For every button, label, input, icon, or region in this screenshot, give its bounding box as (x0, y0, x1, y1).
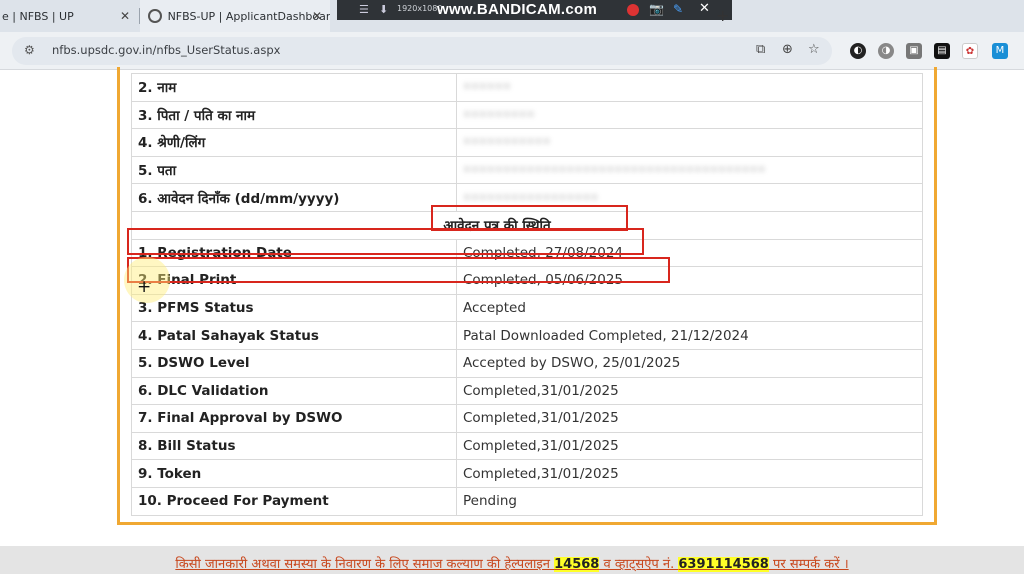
tab-nfbs-up[interactable]: e | NFBS | UP ✕ (0, 0, 138, 32)
zoom-icon[interactable]: ⊕ (782, 42, 793, 57)
extension-icon[interactable]: M (992, 43, 1008, 59)
extension-icon[interactable]: ◑ (878, 43, 894, 59)
row-label: 2. नाम (131, 73, 457, 102)
row-label: 3. पिता / पति का नाम (131, 100, 457, 130)
table-row: 3. PFMS Status Accepted (131, 293, 923, 323)
pen-icon[interactable]: ✎ (673, 2, 683, 16)
translate-icon[interactable]: ⧉ (756, 42, 765, 57)
bandicam-recorder-bar: ☰ ⬇ 1920x1080 www.BANDICAM.com 📷 ✎ ✕ (337, 0, 732, 20)
table-row: 10. Proceed For Payment Pending (131, 486, 923, 516)
helpline-number: 14568 (554, 557, 600, 572)
globe-icon (148, 9, 162, 23)
pin-icon[interactable]: ⬇ (379, 3, 388, 16)
table-row: 3. पिता / पति का नाम ••••••••• (131, 100, 923, 130)
table-row: 4. श्रेणी/लिंग ••••••••••• (131, 128, 923, 157)
page-content: 2. नाम •••••• 3. पिता / पति का नाम •••••… (0, 67, 1024, 574)
extension-icon[interactable]: ✿ (962, 43, 978, 59)
table-row: 9. Token Completed,31/01/2025 (131, 459, 923, 488)
url-text[interactable]: nfbs.upsdc.gov.in/nfbs_UserStatus.aspx (52, 43, 280, 57)
row-label: 5. DSWO Level (131, 348, 457, 378)
annotation-box-final-print (127, 257, 670, 283)
row-label: 4. श्रेणी/लिंग (131, 128, 457, 157)
row-label: 8. Bill Status (131, 431, 457, 461)
row-label: 6. DLC Validation (131, 376, 457, 406)
row-value: Accepted (456, 293, 923, 323)
row-label: 6. आवेदन दिनाँक (dd/mm/yyyy) (131, 183, 457, 212)
table-row: 4. Patal Sahayak Status Patal Downloaded… (131, 321, 923, 350)
tab-applicant-dashboard[interactable]: NFBS-UP | ApplicantDashboard ✕ (140, 0, 330, 32)
annotation-box-registration (127, 228, 644, 255)
row-value: Completed,31/01/2025 (456, 431, 923, 461)
recording-resolution: 1920x1080 (397, 4, 443, 13)
row-label: 7. Final Approval by DSWO (131, 404, 457, 433)
new-tab-icon[interactable]: + (716, 6, 729, 25)
row-value: Pending (456, 486, 923, 516)
close-icon[interactable]: ✕ (312, 9, 322, 23)
extension-icon[interactable]: ◐ (850, 43, 866, 59)
table-row: 7. Final Approval by DSWO Completed,31/0… (131, 404, 923, 433)
row-label: 5. पता (131, 155, 457, 185)
row-label: 4. Patal Sahayak Status (131, 321, 457, 350)
row-value: •••••••••••••••••••••••••••••••••••••• (456, 155, 923, 185)
table-row: 6. DLC Validation Completed,31/01/2025 (131, 376, 923, 406)
row-value: Patal Downloaded Completed, 21/12/2024 (456, 321, 923, 350)
row-value: Completed,31/01/2025 (456, 459, 923, 488)
row-label: 3. PFMS Status (131, 293, 457, 323)
menu-icon[interactable]: ☰ (359, 3, 369, 16)
table-row: 2. नाम •••••• (131, 73, 923, 102)
browser-tab-bar: e | NFBS | UP ✕ NFBS-UP | ApplicantDashb… (0, 0, 1024, 32)
close-icon[interactable]: ✕ (120, 9, 130, 23)
extension-icon[interactable]: ▣ (906, 43, 922, 59)
helpline-text[interactable]: किसी जानकारी अथवा समस्या के निवारण के लि… (0, 554, 1024, 572)
table-row: 5. पता •••••••••••••••••••••••••••••••••… (131, 155, 923, 185)
table-row: 8. Bill Status Completed,31/01/2025 (131, 431, 923, 461)
tab-title: e | NFBS | UP (2, 9, 74, 23)
close-icon[interactable]: ✕ (699, 1, 710, 16)
whatsapp-number: 6391114568 (678, 557, 769, 572)
row-value: ••••••••••• (456, 128, 923, 157)
url-field[interactable]: ⚙ nfbs.upsdc.gov.in/nfbs_UserStatus.aspx… (12, 37, 832, 65)
row-label: 10. Proceed For Payment (131, 486, 457, 516)
table-row: 5. DSWO Level Accepted by DSWO, 25/01/20… (131, 348, 923, 378)
tab-title: NFBS-UP | ApplicantDashboard (167, 9, 330, 23)
row-value: •••••• (456, 73, 923, 102)
crosshair-cursor-icon: + (137, 277, 152, 297)
helpline-footer: किसी जानकारी अथवा समस्या के निवारण के लि… (0, 546, 1024, 574)
row-value: Completed,31/01/2025 (456, 404, 923, 433)
bookmark-star-icon[interactable]: ☆ (808, 42, 820, 57)
camera-icon[interactable]: 📷 (649, 2, 664, 16)
address-bar: ⚙ nfbs.upsdc.gov.in/nfbs_UserStatus.aspx… (0, 32, 1024, 70)
record-icon[interactable] (627, 4, 639, 16)
site-info-icon[interactable]: ⚙ (24, 43, 38, 57)
row-value: Completed,31/01/2025 (456, 376, 923, 406)
row-value: ••••••••• (456, 100, 923, 130)
row-value: Accepted by DSWO, 25/01/2025 (456, 348, 923, 378)
applicant-status-table: 2. नाम •••••• 3. पिता / पति का नाम •••••… (131, 73, 923, 516)
extension-icon[interactable]: ▤ (934, 43, 950, 59)
bandicam-watermark: www.BANDICAM.com (437, 1, 598, 18)
row-label: 9. Token (131, 459, 457, 488)
